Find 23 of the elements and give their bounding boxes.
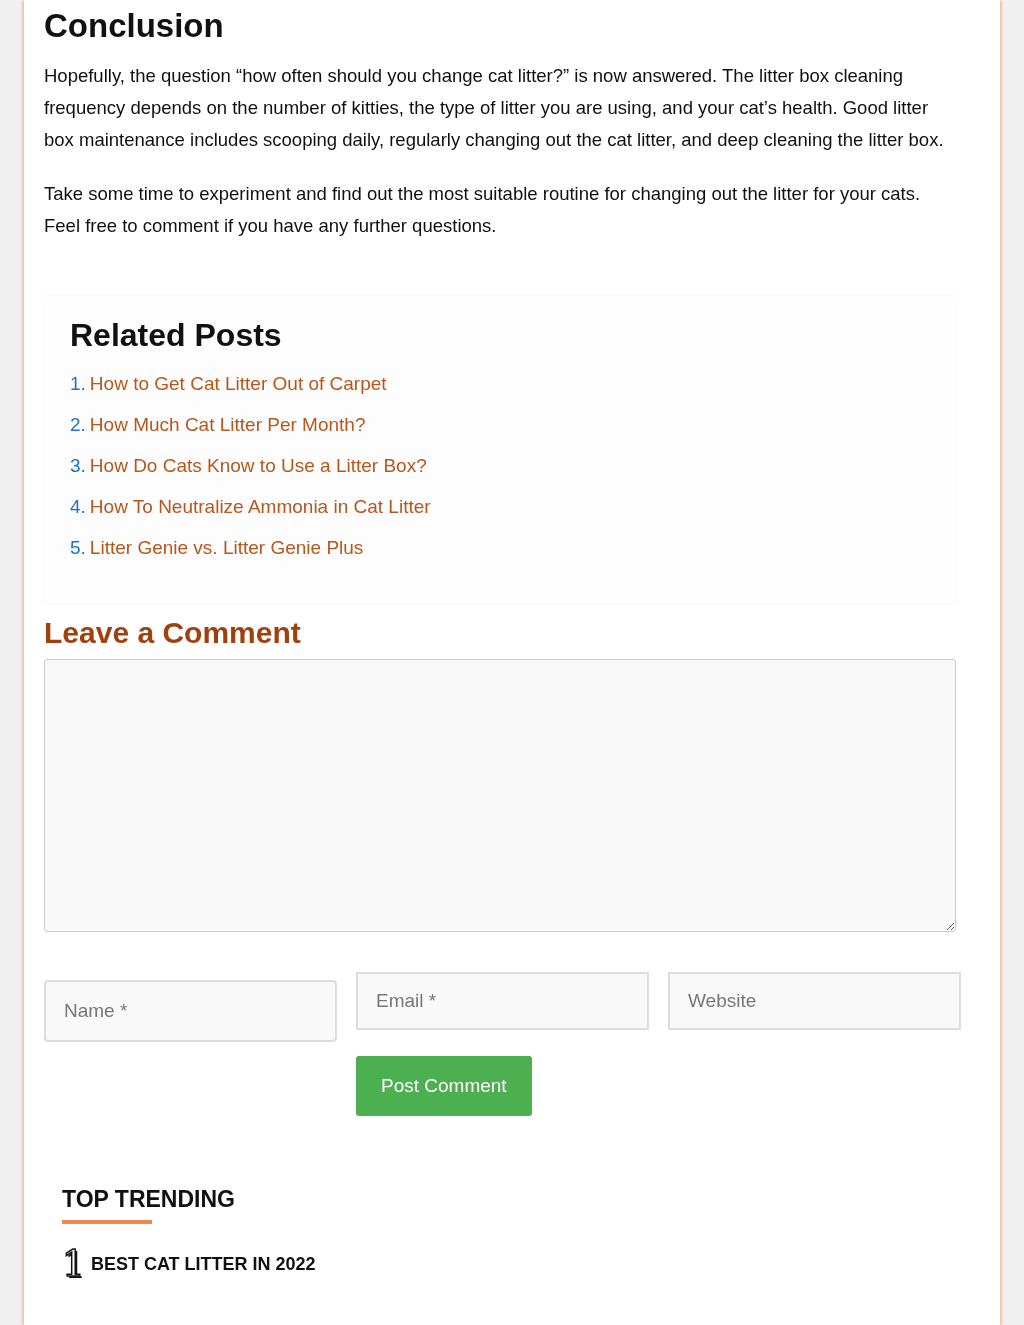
- list-number: 4.: [70, 495, 86, 519]
- input-field[interactable]: Website: [668, 972, 961, 1030]
- post-link[interactable]: How Do Cats Know to Use a Litter Box?: [89, 454, 427, 478]
- list-number: 2.: [70, 413, 86, 437]
- post-link[interactable]: How to Get Cat Litter Out of Carpet: [89, 372, 387, 396]
- paragraph: Take some time to experiment and find out the most suitable routine for changing out the litter for your cats. Feel free to comment if you have any further questions.: [44, 181, 922, 238]
- list-number: 1.: [70, 372, 86, 396]
- input-field[interactable]: Name *: [44, 980, 337, 1042]
- section-title: TOP TRENDING: [62, 1186, 236, 1215]
- list-number: 5.: [70, 536, 86, 560]
- comment-field[interactable]: [44, 659, 956, 932]
- related-posts-title: Related Posts: [70, 315, 283, 354]
- post-link[interactable]: How To Neutralize Ammonia in Cat Litter: [89, 495, 431, 519]
- trending-link[interactable]: BEST CAT LITTER IN 2022: [90, 1251, 316, 1279]
- list-number: 3.: [70, 454, 86, 478]
- post-comment-button[interactable]: Post Comment: [356, 1056, 532, 1117]
- comment-heading: Leave a Comment: [44, 615, 302, 651]
- input-field[interactable]: Email *: [356, 972, 649, 1030]
- paragraph: Hopefully, the question “how often should you change cat litter?” is now answered. The litter box cleaning frequency depends on the number of kitties, the type of litter you are using, and your cat’s health. Good litter box maintenance includes scooping daily, regularly changing out the cat litter, and deep cleaning the litter box.: [44, 63, 945, 152]
- section-heading: Conclusion: [44, 6, 225, 46]
- post-link[interactable]: Litter Genie vs. Litter Genie Plus: [89, 536, 364, 560]
- rank-number: 1: [62, 1246, 85, 1283]
- post-link[interactable]: How Much Cat Litter Per Month?: [89, 413, 366, 437]
